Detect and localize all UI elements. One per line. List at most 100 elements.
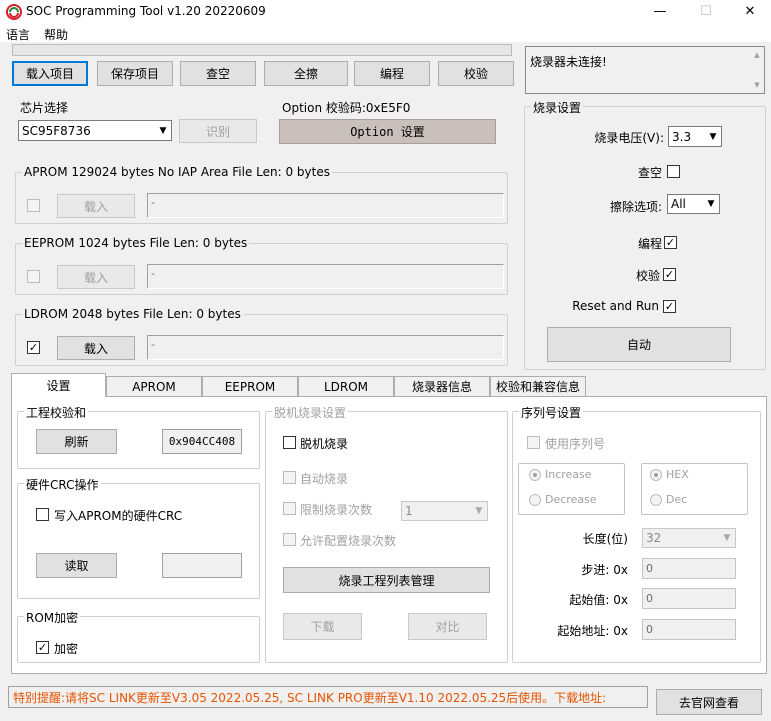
offline-burn-text: 脱机烧录: [300, 437, 349, 451]
maximize-button[interactable]: ☐: [683, 0, 729, 24]
length-dropdown[interactable]: 32 ▼: [642, 528, 736, 548]
chip-select-dropdown[interactable]: SC95F8736 ▼: [18, 120, 172, 141]
start-address-field[interactable]: 0: [642, 619, 736, 640]
limit-burn-checkbox[interactable]: [283, 502, 296, 515]
minimize-button[interactable]: —: [637, 0, 683, 24]
burn-settings-label: 烧录设置: [531, 99, 584, 116]
chevron-down-icon: ▼: [709, 131, 717, 142]
window-title: SOC Programming Tool v1.20 20220609: [26, 4, 266, 18]
chip-select-label: 芯片选择: [20, 101, 69, 115]
burn-verify-checkbox[interactable]: ✓: [663, 268, 676, 281]
auto-button[interactable]: 自动: [547, 327, 731, 362]
chevron-down-icon: ▼: [475, 506, 483, 516]
use-serial-label: 使用序列号: [545, 437, 606, 451]
aprom-file-path: -: [147, 193, 504, 218]
close-button[interactable]: ✕: [727, 0, 771, 24]
decrease-radio[interactable]: [529, 494, 541, 506]
aprom-checkbox[interactable]: [27, 199, 40, 212]
checksum-value: 0x904CC408: [162, 429, 242, 454]
refresh-button[interactable]: 刷新: [36, 429, 117, 454]
ldrom-load-button[interactable]: 载入: [57, 336, 135, 360]
scroll-down-icon[interactable]: ▼: [752, 81, 762, 89]
encrypt-checkbox[interactable]: ✓: [36, 641, 49, 654]
burn-program-label: 编程: [637, 237, 662, 251]
tab-ldrom[interactable]: LDROM: [298, 376, 394, 396]
option-settings-button[interactable]: Option 设置: [279, 119, 496, 144]
length-label: 长度(位): [582, 532, 628, 546]
hex-label: HEX: [666, 468, 689, 481]
hardware-crc-label: 硬件CRC操作: [24, 476, 101, 493]
menu-language[interactable]: 语言: [6, 26, 30, 43]
chevron-down-icon: ▼: [159, 125, 167, 136]
crc-value-field: [162, 553, 242, 578]
ldrom-checkbox[interactable]: ✓: [27, 341, 40, 354]
limit-burn-text: 限制烧录次数: [300, 503, 373, 517]
tab-eeprom[interactable]: EEPROM: [202, 376, 298, 396]
verify-button[interactable]: 校验: [438, 61, 514, 86]
dec-radio[interactable]: [650, 494, 662, 506]
compare-button[interactable]: 对比: [408, 613, 487, 640]
hex-radio[interactable]: [650, 469, 662, 481]
menu-help[interactable]: 帮助: [44, 26, 68, 43]
start-value-field[interactable]: 0: [642, 588, 736, 609]
length-value: 32: [646, 531, 662, 545]
chevron-down-icon: ▼: [723, 533, 731, 543]
menu-bar: [0, 24, 771, 42]
offline-burn-checkbox[interactable]: [283, 436, 296, 449]
hardware-crc-group: 硬件CRC操作: [17, 476, 260, 599]
identify-button[interactable]: 识别: [179, 119, 257, 143]
serial-number-label: 序列号设置: [519, 404, 584, 421]
ldrom-file-path: -: [147, 335, 504, 360]
load-project-button[interactable]: 载入项目: [12, 61, 88, 86]
eeprom-checkbox[interactable]: [27, 270, 40, 283]
offline-burn-label: 脱机烧录设置: [272, 404, 349, 421]
blank-check-button[interactable]: 查空: [180, 61, 256, 86]
message-box[interactable]: 烧录器未连接! ▲ ▼: [525, 46, 765, 94]
eeprom-file-path: -: [147, 264, 504, 289]
progress-bar: [12, 44, 512, 56]
reset-run-label: Reset and Run: [572, 299, 659, 313]
scroll-up-icon[interactable]: ▲: [752, 51, 762, 59]
voltage-label: 烧录电压(V):: [594, 131, 664, 145]
erase-all-button[interactable]: 全擦: [264, 61, 348, 86]
erase-option-dropdown[interactable]: All ▼: [667, 194, 720, 214]
start-address-label: 起始地址: 0x: [557, 624, 628, 638]
eeprom-load-button[interactable]: 载入: [57, 265, 135, 289]
update-notice: 特别提醒:请将SC LINK更新至V3.05 2022.05.25, SC LI…: [8, 686, 648, 708]
tab-aprom[interactable]: APROM: [106, 376, 202, 396]
project-checksum-label: 工程校验和: [24, 404, 89, 421]
project-list-manage-button[interactable]: 烧录工程列表管理: [283, 567, 490, 593]
tab-settings[interactable]: 设置: [11, 373, 106, 397]
tab-programmer-info[interactable]: 烧录器信息: [394, 376, 490, 396]
erase-option-value: All: [671, 197, 686, 211]
write-crc-checkbox[interactable]: [36, 508, 49, 521]
app-logo-icon: [6, 4, 22, 20]
reset-run-checkbox[interactable]: ✓: [663, 300, 676, 313]
read-button[interactable]: 读取: [36, 553, 117, 578]
auto-burn-text: 自动烧录: [300, 472, 349, 486]
aprom-load-button[interactable]: 载入: [57, 194, 135, 218]
voltage-dropdown[interactable]: 3.3 ▼: [668, 126, 722, 147]
encrypt-label: 加密: [54, 642, 79, 656]
ldrom-group-label: LDROM 2048 bytes File Len: 0 bytes: [22, 307, 243, 321]
visit-website-button[interactable]: 去官网查看: [656, 689, 762, 715]
limit-burn-dropdown[interactable]: 1 ▼: [401, 501, 488, 521]
aprom-group-label: APROM 129024 bytes No IAP Area File Len:…: [22, 165, 332, 179]
chevron-down-icon: ▼: [707, 199, 715, 209]
erase-option-label: 擦除选项:: [609, 200, 662, 214]
message-text: 烧录器未连接!: [530, 55, 607, 69]
use-serial-checkbox[interactable]: [527, 436, 540, 449]
tab-checksum-compat[interactable]: 校验和兼容信息: [490, 376, 586, 396]
burn-blank-checkbox[interactable]: [667, 165, 680, 178]
download-button[interactable]: 下载: [283, 613, 362, 640]
allow-config-text: 允许配置烧录次数: [300, 534, 397, 548]
decrease-label: Decrease: [545, 493, 597, 506]
program-button[interactable]: 编程: [354, 61, 430, 86]
allow-config-checkbox[interactable]: [283, 533, 296, 546]
limit-burn-value: 1: [405, 504, 413, 518]
step-field[interactable]: 0: [642, 558, 736, 579]
auto-burn-checkbox[interactable]: [283, 471, 296, 484]
increase-radio[interactable]: [529, 469, 541, 481]
burn-program-checkbox[interactable]: ✓: [664, 236, 677, 249]
save-project-button[interactable]: 保存项目: [97, 61, 173, 86]
